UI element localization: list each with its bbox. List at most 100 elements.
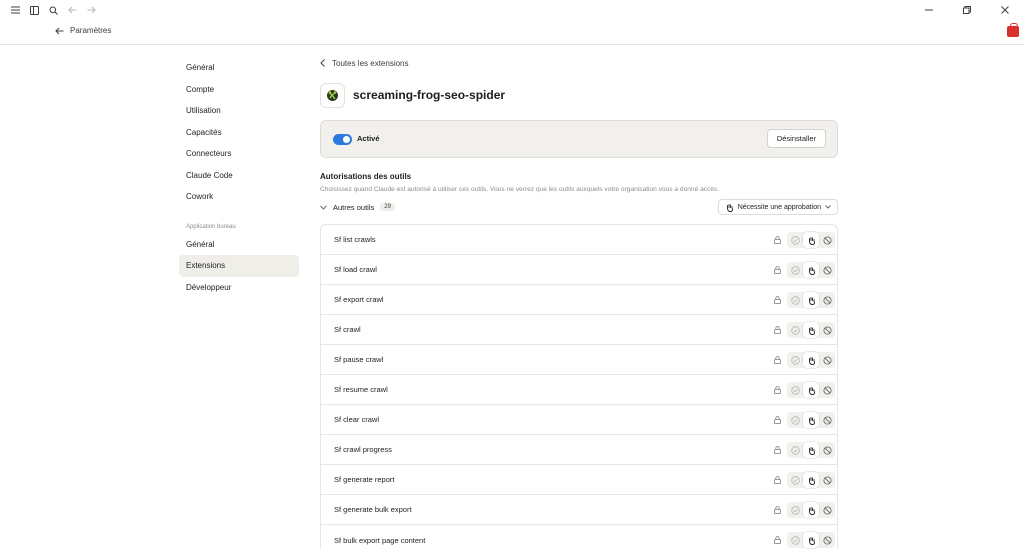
- block-icon[interactable]: [819, 292, 835, 308]
- back-to-extensions-link[interactable]: Toutes les extensions: [320, 55, 838, 71]
- sidebar-toggle-icon[interactable]: [25, 1, 44, 19]
- block-icon[interactable]: [819, 382, 835, 398]
- block-icon[interactable]: [819, 532, 835, 548]
- lock-icon: [770, 382, 784, 398]
- always-allow-icon[interactable]: [787, 382, 803, 398]
- always-allow-icon[interactable]: [787, 502, 803, 518]
- back-to-settings-link[interactable]: Paramètres: [55, 26, 111, 35]
- tool-actions: [770, 382, 835, 398]
- block-icon[interactable]: [819, 322, 835, 338]
- block-icon[interactable]: [819, 352, 835, 368]
- tool-name: Sf generate report: [334, 475, 395, 484]
- sidebar-item-extensions[interactable]: Extensions: [179, 255, 299, 277]
- block-icon[interactable]: [819, 472, 835, 488]
- lock-icon: [770, 472, 784, 488]
- restore-icon[interactable]: [948, 0, 986, 20]
- hand-icon: [726, 203, 733, 212]
- uninstall-button[interactable]: Désinstaller: [766, 129, 826, 148]
- lock-icon: [770, 322, 784, 338]
- frog-logo-icon: [320, 82, 345, 108]
- enable-toggle[interactable]: [333, 134, 352, 145]
- permission-selector: [787, 322, 835, 338]
- search-icon[interactable]: [44, 1, 63, 19]
- sidebar-item-usage[interactable]: Utilisation: [179, 100, 299, 122]
- sidebar-item-capabilities[interactable]: Capacités: [179, 122, 299, 144]
- group-approval-dropdown[interactable]: Nécessite une approbation: [717, 199, 838, 215]
- approval-label: Nécessite une approbation: [737, 203, 821, 211]
- block-icon[interactable]: [819, 262, 835, 278]
- sidebar-item-connectors[interactable]: Connecteurs: [179, 143, 299, 165]
- chevron-down-icon: [825, 205, 831, 209]
- needs-approval-hand-icon[interactable]: [803, 532, 819, 548]
- permission-selector: [787, 472, 835, 488]
- tool-name: Sf resume crawl: [334, 385, 388, 394]
- permission-selector: [787, 382, 835, 398]
- extension-status-card: Activé Désinstaller: [320, 120, 838, 158]
- permission-selector: [787, 262, 835, 278]
- block-icon[interactable]: [819, 232, 835, 248]
- needs-approval-hand-icon[interactable]: [803, 292, 819, 308]
- tool-name: Sf bulk export page content: [334, 535, 426, 545]
- sidebar-item-claude-code[interactable]: Claude Code: [179, 165, 299, 187]
- extension-detail: Toutes les extensions screaming-frog-seo…: [320, 55, 838, 549]
- always-allow-icon[interactable]: [787, 472, 803, 488]
- extension-header: screaming-frog-seo-spider: [320, 82, 838, 108]
- permission-selector: [787, 502, 835, 518]
- tool-row: Sf bulk export page content: [321, 525, 837, 549]
- sidebar-item-account[interactable]: Compte: [179, 79, 299, 101]
- sidebar-item-general[interactable]: Général: [179, 57, 299, 79]
- lock-icon: [770, 352, 784, 368]
- tool-actions: [770, 292, 835, 308]
- always-allow-icon[interactable]: [787, 232, 803, 248]
- needs-approval-hand-icon[interactable]: [803, 442, 819, 458]
- needs-approval-hand-icon[interactable]: [803, 502, 819, 518]
- sidebar-item-desktop-general[interactable]: Général: [179, 234, 299, 256]
- minimize-icon[interactable]: [910, 0, 948, 20]
- lock-icon: [770, 232, 784, 248]
- back-arrow-icon[interactable]: [63, 1, 82, 19]
- lock-icon: [770, 412, 784, 428]
- chevron-down-icon[interactable]: [320, 204, 327, 210]
- menu-icon[interactable]: [6, 1, 25, 19]
- tool-list: Sf list crawls Sf load crawl Sf export cra…: [320, 224, 838, 549]
- needs-approval-hand-icon[interactable]: [803, 472, 819, 488]
- needs-approval-hand-icon[interactable]: [803, 412, 819, 428]
- tool-row: Sf pause crawl: [321, 345, 837, 375]
- needs-approval-hand-icon[interactable]: [803, 322, 819, 338]
- needs-approval-hand-icon[interactable]: [803, 352, 819, 368]
- tool-group-label[interactable]: Autres outils: [333, 203, 374, 212]
- needs-approval-hand-icon[interactable]: [803, 232, 819, 248]
- tool-row: Sf generate bulk export: [321, 495, 837, 525]
- permissions-title: Autorisations des outils: [320, 172, 412, 181]
- block-icon[interactable]: [819, 412, 835, 428]
- title-bar: [0, 0, 1024, 20]
- permission-selector: [787, 532, 835, 548]
- always-allow-icon[interactable]: [787, 412, 803, 428]
- tool-name: Sf list crawls: [334, 235, 376, 244]
- needs-approval-hand-icon[interactable]: [803, 262, 819, 278]
- tool-count-badge: 29: [380, 203, 395, 211]
- lock-icon: [770, 502, 784, 518]
- always-allow-icon[interactable]: [787, 352, 803, 368]
- permission-selector: [787, 352, 835, 368]
- needs-approval-hand-icon[interactable]: [803, 382, 819, 398]
- always-allow-icon[interactable]: [787, 262, 803, 278]
- lock-icon: [770, 532, 784, 548]
- forward-arrow-icon[interactable]: [82, 1, 101, 19]
- sidebar-item-developer[interactable]: Développeur: [179, 277, 299, 299]
- app-tray-icon[interactable]: [1007, 23, 1019, 37]
- close-icon[interactable]: [986, 0, 1024, 20]
- block-icon[interactable]: [819, 502, 835, 518]
- tool-row: Sf generate report: [321, 465, 837, 495]
- always-allow-icon[interactable]: [787, 532, 803, 548]
- status-label: Activé: [357, 134, 380, 143]
- always-allow-icon[interactable]: [787, 322, 803, 338]
- always-allow-icon[interactable]: [787, 442, 803, 458]
- sidebar-item-cowork[interactable]: Cowork: [179, 186, 299, 208]
- always-allow-icon[interactable]: [787, 292, 803, 308]
- tool-row: Sf load crawl: [321, 255, 837, 285]
- tool-row: Sf clear crawl: [321, 405, 837, 435]
- sidebar-section-desktop-app: Application bureau: [186, 223, 236, 230]
- block-icon[interactable]: [819, 442, 835, 458]
- tool-group-header: Autres outils 29 Nécessite une approbati…: [320, 198, 838, 216]
